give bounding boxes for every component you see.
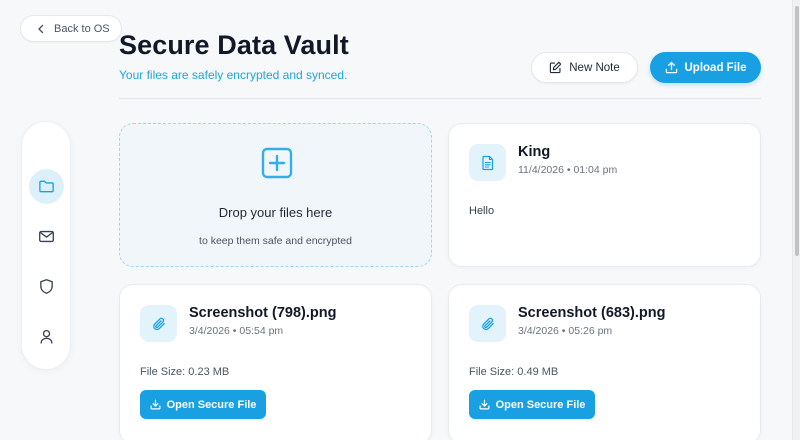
open-secure-file-button[interactable]: Open Secure File [140, 390, 266, 419]
download-icon [150, 399, 161, 410]
plus-square-icon [261, 147, 293, 179]
upload-file-label: Upload File [684, 61, 747, 74]
chevron-left-icon [38, 24, 44, 33]
drop-zone-subtitle: to keep them safe and encrypted [199, 235, 352, 247]
paperclip-icon [481, 317, 494, 330]
file-size: File Size: 0.49 MB [469, 366, 559, 378]
page-scrollbar[interactable] [792, 0, 800, 440]
sidebar-item-files[interactable] [29, 169, 64, 204]
shield-icon [40, 279, 53, 294]
sidebar-item-mail[interactable] [29, 219, 64, 254]
back-to-os-button[interactable]: Back to OS [20, 15, 122, 42]
note-icon-box [469, 144, 506, 181]
note-date: 11/4/2026 • 01:04 pm [518, 164, 618, 176]
file-date: 3/4/2026 • 05:26 pm [518, 325, 613, 337]
file-date: 3/4/2026 • 05:54 pm [189, 325, 284, 337]
document-icon [481, 155, 493, 170]
back-to-os-label: Back to OS [54, 22, 110, 35]
download-icon [479, 399, 490, 410]
open-secure-file-label: Open Secure File [495, 398, 586, 411]
note-title: King [518, 144, 551, 160]
user-icon [40, 329, 53, 344]
file-card: Screenshot (683).png 3/4/2026 • 05:26 pm… [448, 284, 761, 440]
open-secure-file-label: Open Secure File [166, 398, 257, 411]
upload-icon [665, 61, 677, 74]
open-secure-file-button[interactable]: Open Secure File [469, 390, 595, 419]
scrollbar-thumb[interactable] [795, 6, 799, 256]
file-size: File Size: 0.23 MB [140, 366, 230, 378]
page-title: Secure Data Vault [119, 30, 349, 60]
folder-icon [39, 180, 54, 193]
file-name: Screenshot (683).png [518, 305, 666, 321]
page-subtitle: Your files are safely encrypted and sync… [119, 68, 348, 82]
file-icon-box [140, 305, 177, 342]
new-note-label: New Note [569, 61, 620, 74]
note-card[interactable]: King 11/4/2026 • 01:04 pm Hello [448, 123, 761, 267]
paperclip-icon [152, 317, 165, 330]
file-icon-box [469, 305, 506, 342]
drop-zone-title: Drop your files here [218, 205, 333, 220]
note-body: Hello [469, 205, 495, 217]
mail-icon [39, 230, 54, 243]
file-drop-zone[interactable]: Drop your files here to keep them safe a… [119, 123, 432, 267]
file-name: Screenshot (798).png [189, 305, 337, 321]
sidebar [21, 121, 71, 370]
upload-file-button[interactable]: Upload File [650, 52, 761, 83]
new-note-button[interactable]: New Note [531, 52, 638, 83]
vault-page: Back to OS Secure Data Vault Your files … [0, 0, 800, 440]
file-card: Screenshot (798).png 3/4/2026 • 05:54 pm… [119, 284, 432, 440]
header-divider [119, 98, 761, 99]
sidebar-item-security[interactable] [29, 269, 64, 304]
sidebar-item-profile[interactable] [29, 319, 64, 354]
edit-icon [550, 61, 562, 74]
